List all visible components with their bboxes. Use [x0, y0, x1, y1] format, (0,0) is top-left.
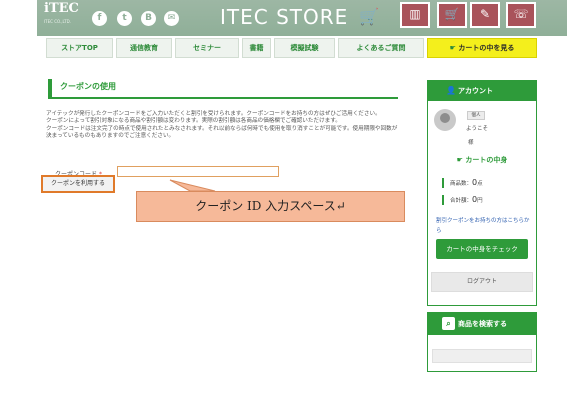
- cart-contents-header: ☛ カートの中身: [428, 153, 536, 167]
- product-search-header: ⌕ 商品を検索する: [428, 313, 536, 335]
- account-panel-header: 👤 アカウント: [428, 81, 536, 101]
- cart-contents-title: カートの中身: [465, 156, 508, 164]
- user-icon: 👤: [446, 86, 456, 95]
- total-label: 合計額：: [450, 198, 473, 204]
- store-page: iTEC ITEC CO.,LTD. f t B ✉ ITEC STORE 🛒 …: [0, 0, 567, 414]
- product-search-title: 商品を検索する: [458, 320, 507, 328]
- welcome-text: ようこそ: [466, 126, 489, 132]
- search-icon: ⌕: [442, 317, 455, 330]
- product-search-panel: ⌕ 商品を検索する: [427, 312, 537, 372]
- logout-button[interactable]: ログアウト: [431, 272, 533, 292]
- avatar: [434, 109, 456, 131]
- input-space-callout: クーポン ID 入力スペース↵: [136, 191, 405, 222]
- product-search-input[interactable]: [432, 349, 532, 363]
- total-row: 合計額：0円: [442, 195, 483, 205]
- item-count-row: 商品数：0点: [442, 178, 483, 188]
- item-count-label: 商品数：: [450, 181, 473, 187]
- member-type-badge: 個人: [467, 111, 485, 120]
- account-title: アカウント: [458, 87, 493, 95]
- check-cart-button[interactable]: カートの中身をチェック: [436, 239, 528, 259]
- item-count-unit: 点: [477, 181, 483, 187]
- coupon-link[interactable]: 割引クーポンをお持ちの方はこちらから: [436, 216, 532, 236]
- honorific-text: 様: [468, 140, 474, 146]
- total-unit: 円: [477, 198, 483, 204]
